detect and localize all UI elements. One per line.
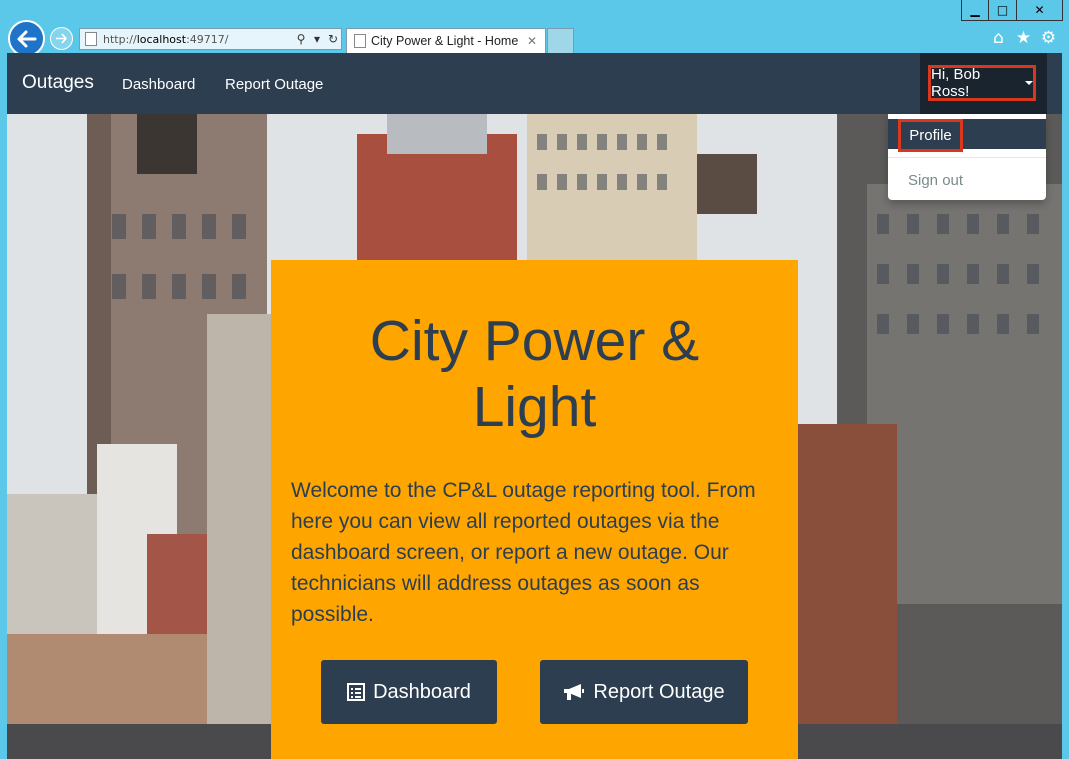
- user-greeting: Hi, Bob Ross!: [931, 66, 981, 100]
- browser-tab[interactable]: City Power & Light - Home ✕: [346, 28, 546, 53]
- maximize-button[interactable]: □: [989, 0, 1017, 21]
- tab-title: City Power & Light - Home: [371, 34, 519, 48]
- user-dropdown-menu: Profile Sign out: [888, 114, 1046, 200]
- user-greeting-highlight[interactable]: Hi, Bob Ross!: [928, 65, 1036, 101]
- page-icon: [85, 32, 97, 46]
- dropdown-arrow-icon[interactable]: ▾: [309, 32, 325, 46]
- browser-toolbar-icons: ⌂ ★ ⚙: [990, 28, 1057, 48]
- search-icon[interactable]: ⚲: [293, 32, 309, 46]
- profile-label: Profile: [909, 127, 952, 144]
- menu-item-sign-out[interactable]: Sign out: [908, 172, 963, 189]
- favorites-icon[interactable]: ★: [1015, 28, 1032, 48]
- close-tab-icon[interactable]: ✕: [527, 34, 545, 48]
- profile-highlight[interactable]: Profile: [898, 119, 963, 152]
- page-title: City Power & Light: [271, 308, 798, 440]
- bullhorn-icon: [564, 684, 585, 700]
- forward-button[interactable]: [50, 27, 73, 50]
- menu-item-profile[interactable]: Profile: [888, 119, 1046, 152]
- report-outage-button[interactable]: Report Outage: [540, 660, 748, 724]
- new-tab-button[interactable]: [547, 28, 574, 53]
- close-window-button[interactable]: ✕: [1017, 0, 1063, 21]
- window-controls: ▁ □ ✕: [961, 0, 1063, 21]
- address-bar[interactable]: http://localhost:49717/ ⚲ ▾ ↻: [79, 28, 342, 50]
- jumbotron: City Power & Light Welcome to the CP&L o…: [271, 260, 798, 759]
- dashboard-button[interactable]: Dashboard: [321, 660, 497, 724]
- home-icon[interactable]: ⌂: [990, 28, 1007, 48]
- title-line-2: Light: [472, 375, 597, 439]
- refresh-icon[interactable]: ↻: [325, 32, 341, 46]
- menu-divider: [888, 157, 1046, 158]
- navbar: Outages Dashboard Report Outage Hi, Bob …: [7, 53, 1062, 114]
- welcome-text: Welcome to the CP&L outage reporting too…: [291, 479, 756, 626]
- forward-icon: [56, 33, 68, 44]
- settings-icon[interactable]: ⚙: [1040, 28, 1057, 48]
- page-viewport: Outages Dashboard Report Outage Hi, Bob …: [7, 53, 1062, 759]
- back-button[interactable]: [8, 20, 45, 57]
- tab-page-icon: [354, 34, 366, 48]
- report-outage-button-label: Report Outage: [593, 680, 725, 703]
- dashboard-button-label: Dashboard: [373, 680, 471, 703]
- title-line-1: City Power &: [369, 309, 700, 373]
- nav-link-dashboard[interactable]: Dashboard: [122, 76, 195, 93]
- list-icon: [347, 683, 366, 701]
- url-text[interactable]: http://localhost:49717/: [103, 33, 293, 46]
- caret-down-icon: [1025, 81, 1033, 85]
- nav-link-report-outage[interactable]: Report Outage: [225, 76, 323, 93]
- back-icon: [17, 30, 36, 47]
- user-menu-toggle[interactable]: Hi, Bob Ross!: [920, 53, 1047, 114]
- brand-link[interactable]: Outages: [22, 72, 94, 94]
- minimize-button[interactable]: ▁: [961, 0, 989, 21]
